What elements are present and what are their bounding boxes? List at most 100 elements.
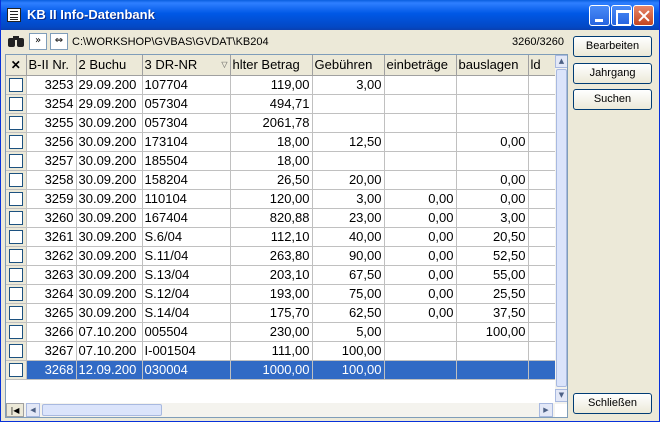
- table-cell[interactable]: [528, 113, 559, 133]
- table-cell[interactable]: 0,00: [384, 265, 457, 285]
- schliessen-button[interactable]: Schließen: [573, 393, 652, 414]
- row-selector[interactable]: [6, 170, 27, 190]
- table-cell[interactable]: 07.10.200: [76, 322, 143, 342]
- table-cell[interactable]: S.11/04: [142, 246, 231, 266]
- table-cell[interactable]: 158204: [142, 170, 231, 190]
- table-cell[interactable]: [456, 113, 529, 133]
- table-cell[interactable]: 193,00: [230, 284, 313, 304]
- table-cell[interactable]: [384, 170, 457, 190]
- table-cell[interactable]: 3,00: [312, 189, 385, 209]
- table-cell[interactable]: S.13/04: [142, 265, 231, 285]
- scroll-right-icon[interactable]: ▶: [539, 403, 553, 417]
- table-cell[interactable]: 30.09.200: [76, 170, 143, 190]
- row-selector[interactable]: [6, 208, 27, 228]
- table-cell[interactable]: [456, 360, 529, 380]
- table-cell[interactable]: [384, 94, 457, 114]
- table-cell[interactable]: 175,70: [230, 303, 313, 323]
- row-selector[interactable]: [6, 341, 27, 361]
- table-row[interactable]: 3261 30.09.200 S.6/04 112,10 40,00 0,00 20,50: [6, 227, 559, 247]
- table-cell[interactable]: 75,00: [312, 284, 385, 304]
- scroll-down-icon[interactable]: ▼: [555, 389, 567, 402]
- table-cell[interactable]: [528, 322, 559, 342]
- forward-button[interactable]: »: [29, 33, 47, 50]
- table-row[interactable]: 3268 12.09.200 030004 1000,00 100,00: [6, 360, 559, 380]
- column-header[interactable]: einbeträge: [384, 55, 457, 76]
- row-checkbox[interactable]: [8, 229, 23, 244]
- table-cell[interactable]: 3263: [26, 265, 77, 285]
- table-cell[interactable]: 0,00: [384, 246, 457, 266]
- row-checkbox[interactable]: [8, 153, 23, 168]
- table-cell[interactable]: 25,50: [456, 284, 529, 304]
- table-cell[interactable]: 1000,00: [230, 360, 313, 380]
- table-cell[interactable]: 005504: [142, 322, 231, 342]
- table-cell[interactable]: 67,50: [312, 265, 385, 285]
- row-checkbox[interactable]: [8, 286, 23, 301]
- table-cell[interactable]: 20,00: [312, 170, 385, 190]
- row-selector[interactable]: [6, 303, 27, 323]
- table-cell[interactable]: 3258: [26, 170, 77, 190]
- table-cell[interactable]: 167404: [142, 208, 231, 228]
- row-checkbox[interactable]: [8, 248, 23, 263]
- table-cell[interactable]: [528, 341, 559, 361]
- table-cell[interactable]: 185504: [142, 151, 231, 171]
- table-cell[interactable]: 111,00: [230, 341, 313, 361]
- table-cell[interactable]: 37,50: [456, 303, 529, 323]
- table-cell[interactable]: 30.09.200: [76, 189, 143, 209]
- scroll-up-icon[interactable]: ▲: [555, 55, 567, 68]
- table-cell[interactable]: 3262: [26, 246, 77, 266]
- table-cell[interactable]: 0,00: [384, 303, 457, 323]
- row-selector[interactable]: [6, 284, 27, 304]
- table-row[interactable]: 3263 30.09.200 S.13/04 203,10 67,50 0,00 55,00: [6, 265, 559, 285]
- table-row[interactable]: 3265 30.09.200 S.14/04 175,70 62,50 0,00 37,50: [6, 303, 559, 323]
- row-selector[interactable]: [6, 227, 27, 247]
- table-cell[interactable]: 057304: [142, 94, 231, 114]
- table-cell[interactable]: [456, 151, 529, 171]
- row-checkbox[interactable]: [8, 134, 23, 149]
- table-cell[interactable]: 3264: [26, 284, 77, 304]
- table-cell[interactable]: [528, 265, 559, 285]
- table-cell[interactable]: 3255: [26, 113, 77, 133]
- table-cell[interactable]: [528, 246, 559, 266]
- table-cell[interactable]: [528, 75, 559, 95]
- table-cell[interactable]: 3266: [26, 322, 77, 342]
- table-cell[interactable]: 3265: [26, 303, 77, 323]
- table-cell[interactable]: 18,00: [230, 151, 313, 171]
- table-cell[interactable]: 0,00: [384, 284, 457, 304]
- data-grid[interactable]: ✕ B-II Nr. 2 Buchu 3 DR-NR ▽ hlter Betrag…: [5, 54, 568, 418]
- minimize-button[interactable]: [589, 5, 610, 26]
- suchen-button[interactable]: Suchen: [573, 89, 652, 110]
- table-cell[interactable]: 3254: [26, 94, 77, 114]
- table-cell[interactable]: 120,00: [230, 189, 313, 209]
- column-header[interactable]: hlter Betrag: [230, 55, 313, 76]
- table-cell[interactable]: 3260: [26, 208, 77, 228]
- row-selector[interactable]: [6, 360, 27, 380]
- table-row[interactable]: 3264 30.09.200 S.12/04 193,00 75,00 0,00 25,50: [6, 284, 559, 304]
- scroll-left-icon[interactable]: ◀: [26, 403, 40, 417]
- table-cell[interactable]: 820,88: [230, 208, 313, 228]
- table-cell[interactable]: 030004: [142, 360, 231, 380]
- column-header[interactable]: 3 DR-NR ▽: [142, 55, 231, 76]
- table-cell[interactable]: [384, 322, 457, 342]
- table-cell[interactable]: [384, 151, 457, 171]
- row-selector[interactable]: [6, 151, 27, 171]
- vertical-scrollbar[interactable]: ▲ ▼: [555, 55, 567, 404]
- table-cell[interactable]: [312, 113, 385, 133]
- table-cell[interactable]: 0,00: [384, 189, 457, 209]
- table-cell[interactable]: [456, 341, 529, 361]
- table-cell[interactable]: [528, 94, 559, 114]
- first-record-icon[interactable]: |◀: [6, 403, 24, 417]
- table-cell[interactable]: [528, 189, 559, 209]
- row-selector[interactable]: [6, 94, 27, 114]
- row-checkbox[interactable]: [8, 115, 23, 130]
- row-selector[interactable]: [6, 189, 27, 209]
- title-bar[interactable]: KB II Info-Datenbank: [1, 0, 659, 30]
- table-cell[interactable]: 30.09.200: [76, 151, 143, 171]
- binoculars-icon[interactable]: [7, 33, 25, 49]
- table-cell[interactable]: 119,00: [230, 75, 313, 95]
- table-cell[interactable]: [528, 227, 559, 247]
- table-cell[interactable]: [528, 284, 559, 304]
- table-cell[interactable]: 12,50: [312, 132, 385, 152]
- column-header[interactable]: B-II Nr.: [26, 55, 77, 76]
- column-header[interactable]: 2 Buchu: [76, 55, 143, 76]
- table-row[interactable]: 3260 30.09.200 167404 820,88 23,00 0,00 3,00: [6, 208, 559, 228]
